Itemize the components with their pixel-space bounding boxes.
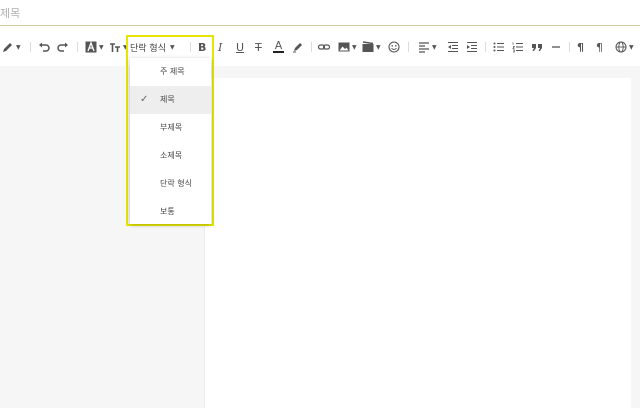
menu-item-normal[interactable]: 보통 (130, 198, 211, 226)
chevron-down-icon: ▼ (99, 43, 104, 51)
italic-button[interactable]: I (218, 38, 222, 56)
language-button[interactable]: ▼ (615, 38, 634, 56)
toolbar-divider (569, 42, 570, 52)
bullet-list-icon (493, 42, 504, 52)
chevron-down-icon: ▼ (16, 43, 21, 51)
title-input[interactable] (0, 5, 600, 21)
menu-item-subheading[interactable]: 소제목 (130, 142, 211, 170)
align-left-icon (419, 42, 429, 53)
editor-toolbar: ▼ ▼ ▼ 단락 형식 ▼ B I U T A ▼ ▼ ▼ ¶ ¶ ▼ (0, 30, 640, 66)
menu-item-label: 보통 (160, 207, 175, 216)
toolbar-divider (485, 42, 486, 52)
italic-icon: I (218, 40, 223, 54)
emoji-button[interactable] (388, 38, 400, 56)
quote-button[interactable] (531, 38, 543, 56)
redo-icon (57, 42, 68, 52)
undo-icon (39, 42, 50, 52)
quote-icon (532, 44, 542, 51)
menu-item-main-title[interactable]: 주 제목 (130, 58, 211, 86)
outdent-icon (448, 41, 458, 53)
font-size-icon (110, 43, 120, 52)
chevron-down-icon: ▼ (376, 43, 381, 51)
align-button[interactable]: ▼ (418, 38, 437, 56)
video-button[interactable]: ▼ (362, 38, 381, 56)
video-icon (362, 41, 374, 52)
strikethrough-button[interactable]: T (255, 38, 262, 56)
check-icon: ✓ (140, 94, 149, 105)
image-button[interactable]: ▼ (338, 38, 357, 56)
pen-style-button[interactable]: ▼ (2, 38, 21, 56)
chevron-down-icon: ▼ (352, 43, 357, 51)
menu-item-paragraph[interactable]: 단락 형식 (130, 170, 211, 198)
paragraph-format-menu: 주 제목 ✓ 제목 부제목 소제목 단락 형식 보통 (130, 58, 211, 224)
numbered-list-icon (512, 42, 523, 53)
font-size-button[interactable]: ▼ (109, 38, 128, 56)
menu-item-label: 부제목 (160, 123, 183, 132)
font-color-swatch (273, 51, 284, 53)
horizontal-rule-icon (552, 46, 560, 48)
bullet-list-button[interactable] (493, 38, 505, 56)
pilcrow-outline-icon: ¶ (596, 40, 603, 54)
toolbar-divider (30, 42, 31, 52)
text-style-icon (85, 41, 97, 53)
menu-item-title[interactable]: ✓ 제목 (130, 86, 211, 114)
horizontal-rule-button[interactable] (550, 38, 562, 56)
menu-item-label: 주 제목 (160, 67, 185, 76)
link-button[interactable] (318, 38, 330, 56)
text-style-button[interactable]: ▼ (85, 38, 104, 56)
toolbar-divider (408, 42, 409, 52)
menu-item-label: 제목 (160, 95, 175, 104)
strikethrough-icon: T (255, 40, 262, 54)
font-color-icon: A (274, 39, 283, 52)
chevron-down-icon: ▼ (432, 43, 437, 51)
toolbar-divider (77, 42, 78, 52)
underline-icon: U (236, 40, 245, 54)
undo-button[interactable] (38, 38, 50, 56)
chevron-down-icon: ▼ (629, 43, 634, 51)
highlighter-button[interactable] (292, 38, 304, 56)
pilcrow-icon: ¶ (577, 40, 584, 54)
menu-item-label: 단락 형식 (160, 179, 192, 188)
title-bar (0, 0, 640, 26)
indent-button[interactable] (466, 38, 478, 56)
redo-button[interactable] (57, 38, 69, 56)
editor-content-area[interactable] (204, 78, 631, 408)
font-color-button[interactable]: A (273, 38, 284, 56)
paragraph-mark-button[interactable]: ¶ (577, 38, 584, 56)
indent-icon (467, 41, 477, 53)
image-icon (338, 42, 350, 52)
pen-icon (3, 43, 12, 52)
highlighter-icon (293, 43, 302, 53)
menu-item-label: 소제목 (160, 151, 183, 160)
outdent-button[interactable] (447, 38, 459, 56)
underline-button[interactable]: U (236, 38, 244, 56)
toolbar-divider (311, 42, 312, 52)
numbered-list-button[interactable] (512, 38, 524, 56)
emoji-icon (388, 41, 400, 53)
show-blocks-button[interactable]: ¶ (596, 38, 603, 56)
link-icon (318, 44, 330, 50)
globe-icon (615, 41, 627, 53)
menu-item-subtitle[interactable]: 부제목 (130, 114, 211, 142)
